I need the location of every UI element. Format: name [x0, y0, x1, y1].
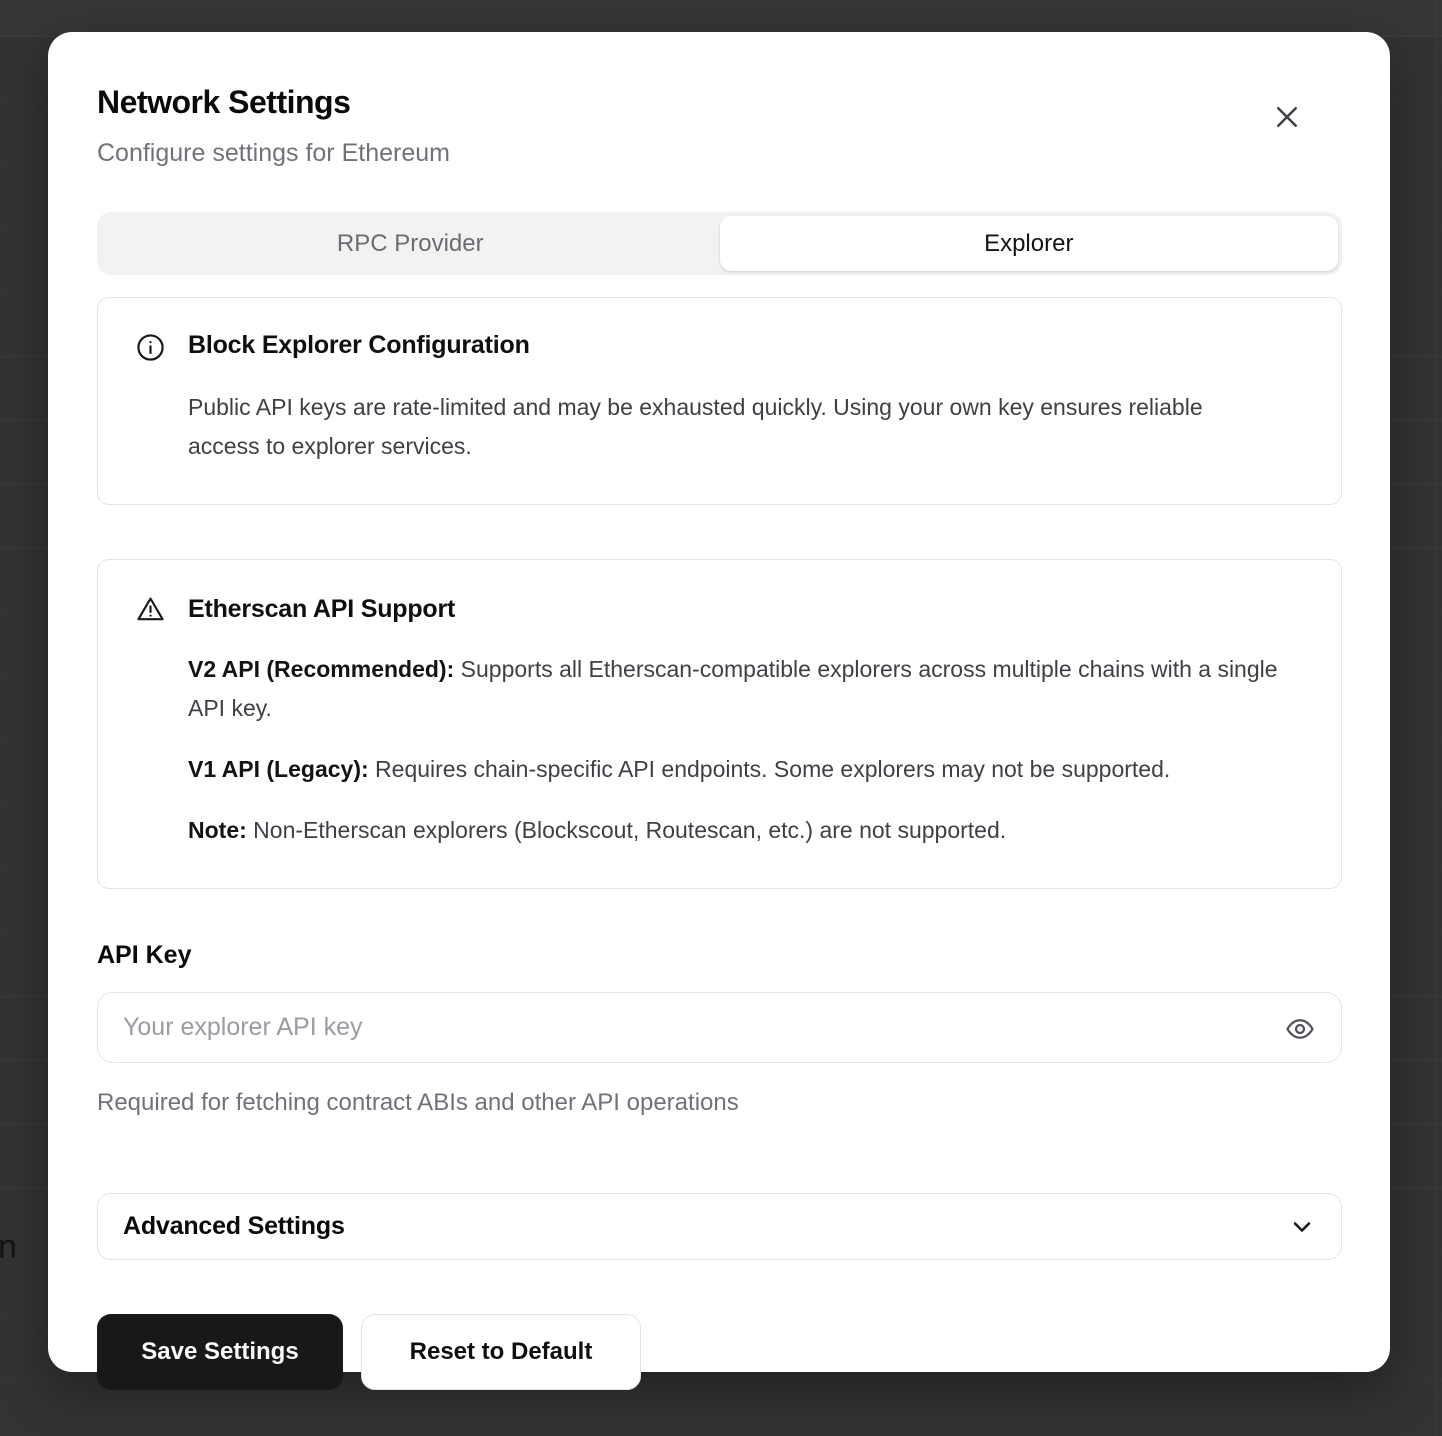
save-settings-button[interactable]: Save Settings [97, 1314, 343, 1390]
block-explorer-info-card: Block Explorer Configuration Public API … [97, 297, 1342, 505]
reset-to-default-label: Reset to Default [410, 1338, 593, 1366]
info-circle-icon [136, 333, 188, 362]
save-settings-label: Save Settings [141, 1338, 298, 1366]
network-settings-dialog: Network Settings Configure settings for … [48, 32, 1390, 1372]
dialog-footer: Save Settings Reset to Default [97, 1314, 1342, 1390]
tab-rpc-provider-label: RPC Provider [337, 230, 484, 258]
api-key-input-wrap [97, 992, 1342, 1063]
etherscan-support-card: Etherscan API Support V2 API (Recommende… [97, 559, 1342, 889]
api-key-label: API Key [97, 941, 1342, 970]
dialog-subtitle: Configure settings for Ethereum [97, 139, 1342, 168]
background-divider [1436, 0, 1437, 1436]
api-key-input[interactable] [97, 992, 1342, 1063]
close-button[interactable] [1270, 100, 1304, 134]
tab-explorer-label: Explorer [984, 230, 1073, 258]
tab-bar: RPC Provider Explorer [97, 212, 1342, 275]
tab-explorer[interactable]: Explorer [720, 216, 1339, 271]
tab-rpc-provider[interactable]: RPC Provider [101, 216, 720, 271]
dialog-title: Network Settings [97, 84, 1342, 121]
eye-icon [1285, 1014, 1315, 1044]
warning-card-title: Etherscan API Support [188, 595, 1303, 624]
warning-item-v2: V2 API (Recommended): Supports all Ether… [188, 650, 1303, 728]
warning-item-note: Note: Non-Etherscan explorers (Blockscou… [188, 811, 1303, 850]
x-icon [1272, 102, 1302, 132]
warning-item-v2-label: V2 API (Recommended): [188, 656, 454, 682]
warning-item-v1-label: V1 API (Legacy): [188, 756, 369, 782]
info-card-title: Block Explorer Configuration [188, 331, 1303, 360]
advanced-settings-toggle[interactable]: Advanced Settings [97, 1193, 1342, 1260]
advanced-settings-label: Advanced Settings [123, 1212, 345, 1241]
alert-triangle-icon [136, 595, 188, 624]
background-partial-text: n [0, 1228, 17, 1267]
api-key-helper-text: Required for fetching contract ABIs and … [97, 1089, 1342, 1117]
toggle-visibility-button[interactable] [1280, 1009, 1320, 1049]
warning-item-note-text: Non-Etherscan explorers (Blockscout, Rou… [253, 817, 1006, 843]
warning-item-v1-text: Requires chain-specific API endpoints. S… [375, 756, 1170, 782]
chevron-down-icon [1288, 1213, 1316, 1241]
screen: n Network Settings Configure settings fo… [0, 0, 1442, 1436]
info-card-body: Public API keys are rate-limited and may… [188, 388, 1233, 466]
warning-item-v1: V1 API (Legacy): Requires chain-specific… [188, 750, 1303, 789]
reset-to-default-button[interactable]: Reset to Default [361, 1314, 641, 1390]
warning-item-note-label: Note: [188, 817, 247, 843]
